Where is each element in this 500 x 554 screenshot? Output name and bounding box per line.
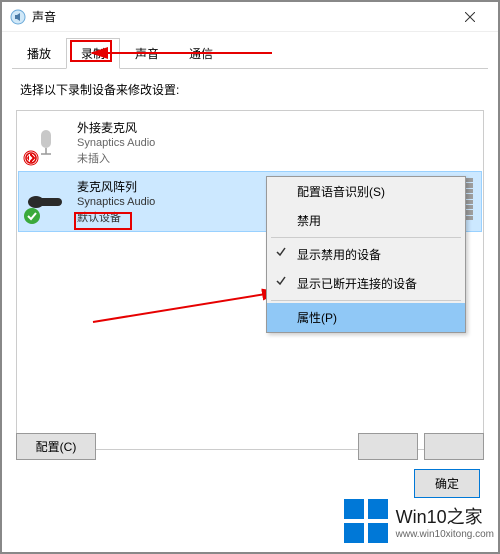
- device-name: 外接麦克风: [77, 119, 155, 136]
- tab-playback[interactable]: 播放: [12, 38, 66, 69]
- set-default-button[interactable]: [358, 433, 418, 460]
- menu-show-disconnected[interactable]: 显示已断开连接的设备: [267, 269, 465, 298]
- sound-icon: [10, 9, 26, 25]
- mic-array-icon: [25, 181, 67, 223]
- window-title: 声音: [32, 8, 450, 25]
- menu-separator: [271, 237, 461, 238]
- device-driver: Synaptics Audio: [77, 196, 155, 208]
- menu-separator: [271, 300, 461, 301]
- tab-recording[interactable]: 录制: [66, 38, 120, 69]
- error-badge-icon: [23, 150, 39, 166]
- mic-icon: [25, 122, 67, 164]
- check-icon: [275, 275, 287, 290]
- menu-disable[interactable]: 禁用: [267, 206, 465, 235]
- menu-show-disabled[interactable]: 显示禁用的设备: [267, 240, 465, 269]
- device-driver: Synaptics Audio: [77, 137, 155, 149]
- properties-button[interactable]: [424, 433, 484, 460]
- context-menu: 配置语音识别(S) 禁用 显示禁用的设备 显示已断开连接的设备 属性(P): [266, 176, 466, 333]
- menu-label: 显示已断开连接的设备: [297, 277, 417, 291]
- instruction-text: 选择以下录制设备来修改设置:: [12, 69, 488, 106]
- menu-configure-speech[interactable]: 配置语音识别(S): [267, 177, 465, 206]
- close-button[interactable]: [450, 3, 490, 31]
- watermark-url: www.win10xitong.com: [396, 529, 494, 540]
- check-icon: [275, 246, 287, 261]
- windows-logo-icon: [342, 497, 390, 545]
- device-status: 未插入: [77, 150, 155, 166]
- tabs: 播放 录制 声音 通信: [12, 38, 488, 69]
- tab-communications[interactable]: 通信: [174, 38, 228, 69]
- menu-label: 显示禁用的设备: [297, 248, 381, 262]
- configure-button[interactable]: 配置(C): [16, 433, 96, 460]
- device-name: 麦克风阵列: [77, 178, 155, 195]
- tab-sounds[interactable]: 声音: [120, 38, 174, 69]
- watermark-title: Win10之家: [396, 503, 494, 529]
- watermark: Win10之家 www.win10xitong.com: [278, 490, 498, 552]
- device-status: 默认设备: [77, 209, 155, 225]
- menu-properties[interactable]: 属性(P): [267, 303, 465, 332]
- device-item-external-mic[interactable]: 外接麦克风 Synaptics Audio 未插入: [19, 113, 481, 172]
- titlebar: 声音: [2, 2, 498, 32]
- check-badge-icon: [23, 207, 41, 225]
